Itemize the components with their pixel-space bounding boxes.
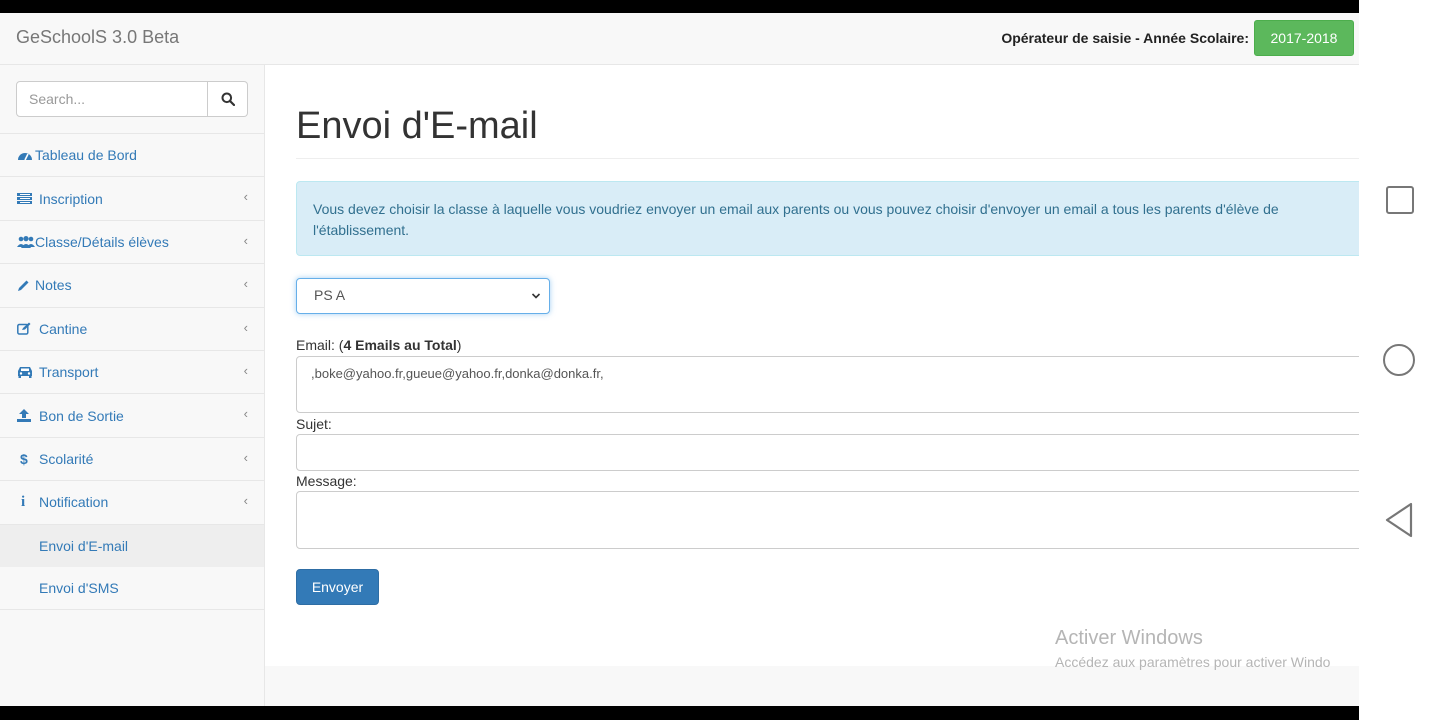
sidebar-item-label: Classe/Détails élèves xyxy=(35,233,169,250)
edit-icon xyxy=(17,322,35,335)
chevron-left-icon: ‹ xyxy=(243,362,248,378)
brand-title[interactable]: GeSchoolS 3.0 Beta xyxy=(16,27,179,48)
operator-label: Opérateur de saisie - Année Scolaire: xyxy=(1001,30,1249,46)
sidebar-menu: Tableau de Bord Inscription ‹ Classe/Dét… xyxy=(0,133,264,610)
dashboard-icon xyxy=(17,149,35,161)
sidebar-item-cantine[interactable]: Cantine ‹ xyxy=(0,308,264,351)
sidebar-item-label: Inscription xyxy=(39,190,103,207)
subject-label: Sujet: xyxy=(296,416,332,432)
info-icon: i xyxy=(21,493,26,510)
bottom-bar xyxy=(0,706,1359,720)
sidebar-item-scolarite[interactable]: $ Scolarité ‹ xyxy=(0,438,264,482)
chevron-down-icon xyxy=(531,293,541,299)
email-label-end: ) xyxy=(456,337,462,353)
activation-watermark-title: Activer Windows xyxy=(1055,627,1203,649)
send-button[interactable]: Envoyer xyxy=(296,569,379,605)
subject-field[interactable] xyxy=(296,434,1359,471)
search-button[interactable] xyxy=(208,81,248,117)
dollar-icon: $ xyxy=(20,450,28,467)
car-icon xyxy=(17,366,35,379)
chevron-left-icon: ‹ xyxy=(243,276,248,292)
chevron-left-icon: ‹ xyxy=(243,493,248,509)
sidebar-item-label: Scolarité xyxy=(39,450,94,467)
email-field[interactable]: ,boke@yahoo.fr,gueue@yahoo.fr,donka@donk… xyxy=(296,356,1359,413)
info-alert: Vous devez choisir la classe à laquelle … xyxy=(296,181,1359,256)
class-select[interactable]: PS A xyxy=(296,278,550,314)
sidebar-item-bon-de-sortie[interactable]: Bon de Sortie ‹ xyxy=(0,394,264,438)
users-icon xyxy=(17,235,35,248)
sidebar-item-label: Cantine xyxy=(39,320,88,337)
class-select-value: PS A xyxy=(314,287,346,303)
school-year-button[interactable]: 2017-2018 xyxy=(1254,20,1354,56)
sidebar-item-transport[interactable]: Transport ‹ xyxy=(0,351,264,395)
main-content: Envoi d'E-mail Vous devez choisir la cla… xyxy=(265,65,1359,670)
chevron-left-icon: ‹ xyxy=(243,449,248,465)
page-title: Envoi d'E-mail xyxy=(296,105,538,147)
sidebar-item-label: Bon de Sortie xyxy=(39,407,124,424)
sidebar-search xyxy=(16,81,248,117)
top-navbar: GeSchoolS 3.0 Beta Opérateur de saisie -… xyxy=(0,13,1359,65)
message-label: Message: xyxy=(296,473,357,489)
upload-icon xyxy=(17,409,35,423)
search-input[interactable] xyxy=(16,81,208,117)
sidebar-item-notification[interactable]: i Notification ‹ xyxy=(0,481,264,525)
sidebar-item-tableau-de-bord[interactable]: Tableau de Bord xyxy=(0,134,264,178)
email-label-text: Email: ( xyxy=(296,337,344,353)
pencil-icon xyxy=(17,279,35,292)
sidebar-item-notes[interactable]: Notes ‹ xyxy=(0,264,264,308)
chevron-left-icon: ‹ xyxy=(243,189,248,205)
sidebar: Tableau de Bord Inscription ‹ Classe/Dét… xyxy=(0,65,265,706)
chevron-left-icon: ‹ xyxy=(243,319,248,335)
sidebar-item-label: Tableau de Bord xyxy=(35,147,137,164)
email-label: Email: (4 Emails au Total) xyxy=(296,337,461,353)
sidebar-item-label: Transport xyxy=(39,364,99,381)
sidebar-subitem-envoi-sms[interactable]: Envoi d'SMS xyxy=(0,567,264,609)
notification-submenu: Envoi d'E-mail Envoi d'SMS xyxy=(0,524,264,610)
chevron-left-icon: ‹ xyxy=(243,232,248,248)
chevron-left-icon: ‹ xyxy=(243,406,248,422)
sidebar-item-classe[interactable]: Classe/Détails élèves ‹ xyxy=(0,221,264,265)
title-divider xyxy=(296,158,1359,159)
email-count: 4 Emails au Total xyxy=(343,337,457,353)
sidebar-item-inscription[interactable]: Inscription ‹ xyxy=(0,177,264,221)
recents-icon[interactable] xyxy=(1386,186,1414,214)
sidebar-subitem-envoi-email[interactable]: Envoi d'E-mail xyxy=(0,524,264,567)
message-field[interactable] xyxy=(296,491,1359,549)
home-icon[interactable] xyxy=(1383,344,1415,376)
list-icon xyxy=(17,193,35,205)
status-bar xyxy=(0,0,1359,13)
search-icon xyxy=(221,92,235,106)
app-window: GeSchoolS 3.0 Beta Opérateur de saisie -… xyxy=(0,13,1359,706)
activation-watermark-text: Accédez aux paramètres pour activer Wind… xyxy=(1055,654,1331,670)
sidebar-item-label: Notification xyxy=(39,494,109,511)
back-icon[interactable] xyxy=(1384,502,1414,538)
sidebar-item-label: Notes xyxy=(35,277,72,294)
